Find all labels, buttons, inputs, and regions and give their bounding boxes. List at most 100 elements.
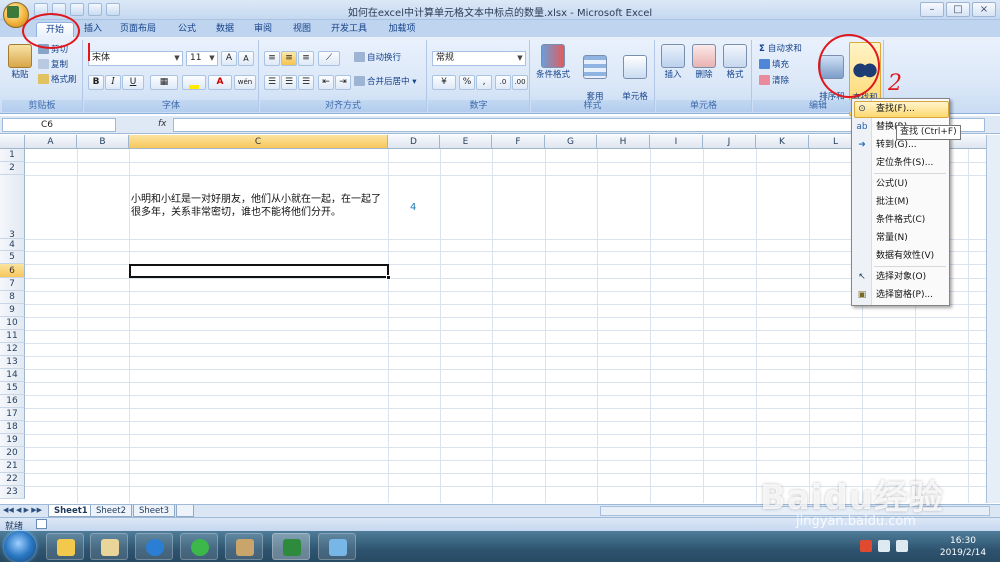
- merge-center-button[interactable]: 合并后居中 ▾: [354, 76, 416, 89]
- orientation-icon[interactable]: ⟋: [318, 51, 340, 66]
- column-header[interactable]: I: [650, 135, 703, 149]
- shrink-font-button[interactable]: A: [238, 51, 254, 66]
- column-header[interactable]: K: [756, 135, 809, 149]
- menu-item-select-objects[interactable]: 选择对象(O): [876, 269, 926, 285]
- column-header[interactable]: D: [388, 135, 440, 149]
- bold-button[interactable]: B: [88, 75, 104, 90]
- row-header[interactable]: 10: [0, 317, 25, 330]
- conditional-format-button[interactable]: 条件格式: [533, 44, 573, 81]
- volume-icon[interactable]: [896, 540, 908, 552]
- start-button[interactable]: [4, 531, 36, 562]
- autosum-button[interactable]: Σ 自动求和: [759, 43, 802, 56]
- copy-button[interactable]: 复制: [38, 59, 68, 72]
- menu-item-comments[interactable]: 批注(M): [876, 194, 909, 210]
- macro-record-icon[interactable]: [36, 519, 47, 529]
- taskbar-app-2[interactable]: [90, 533, 128, 560]
- insert-cells-button[interactable]: 插入: [658, 44, 688, 81]
- vertical-scrollbar[interactable]: [986, 135, 1000, 503]
- underline-button[interactable]: U: [122, 75, 144, 90]
- clock[interactable]: 16:30 2019/2/14: [930, 535, 996, 559]
- grow-font-button[interactable]: A: [221, 51, 237, 66]
- maximize-button[interactable]: □: [946, 2, 970, 17]
- font-name-select[interactable]: 宋体 ▼: [88, 51, 183, 66]
- sheet-tab-sheet1[interactable]: Sheet1: [48, 505, 94, 517]
- taskbar-app-excel[interactable]: [272, 533, 310, 560]
- tab-addins[interactable]: 加载项: [382, 22, 422, 37]
- row-header[interactable]: 22: [0, 473, 25, 486]
- column-header-selected[interactable]: C: [129, 135, 388, 149]
- delete-cells-button[interactable]: 删除: [689, 44, 719, 81]
- minimize-button[interactable]: –: [920, 2, 944, 17]
- row-header[interactable]: 14: [0, 369, 25, 382]
- insert-sheet-icon[interactable]: [176, 505, 194, 517]
- row-header[interactable]: 2: [0, 162, 25, 175]
- taskbar-app-5[interactable]: [225, 533, 263, 560]
- column-header[interactable]: F: [492, 135, 545, 149]
- menu-item-conditional[interactable]: 条件格式(C): [876, 212, 925, 228]
- percent-button[interactable]: %: [459, 75, 475, 90]
- close-button[interactable]: ×: [972, 2, 996, 17]
- row-header-selected[interactable]: 6: [0, 264, 25, 278]
- column-header[interactable]: B: [77, 135, 129, 149]
- comma-button[interactable]: ,: [476, 75, 492, 90]
- menu-item-find[interactable]: 查找(F)...: [876, 101, 915, 117]
- print-icon[interactable]: [88, 3, 102, 16]
- row-header[interactable]: 3: [0, 175, 25, 240]
- row-header[interactable]: 7: [0, 278, 25, 291]
- ime-icon[interactable]: [860, 540, 872, 552]
- cell-d3-value[interactable]: 4: [410, 202, 416, 213]
- sheet-tab-sheet3[interactable]: Sheet3: [133, 505, 175, 517]
- row-header[interactable]: 8: [0, 291, 25, 304]
- row-header[interactable]: 20: [0, 447, 25, 460]
- row-header[interactable]: 21: [0, 460, 25, 473]
- tab-developer[interactable]: 开发工具: [326, 22, 372, 37]
- decrease-indent-icon[interactable]: ⇤: [318, 75, 334, 90]
- taskbar-app-3[interactable]: [135, 533, 173, 560]
- first-sheet-icon[interactable]: ◀◀ ◀ ▶ ▶▶: [3, 506, 42, 514]
- font-color-button[interactable]: A: [208, 75, 232, 90]
- menu-item-constants[interactable]: 常量(N): [876, 230, 908, 246]
- tab-view[interactable]: 视图: [287, 22, 317, 37]
- number-format-select[interactable]: 常规 ▼: [432, 51, 526, 66]
- align-middle-icon[interactable]: ≡: [281, 51, 297, 66]
- row-header[interactable]: 11: [0, 330, 25, 343]
- row-header[interactable]: 12: [0, 343, 25, 356]
- taskbar-app-1[interactable]: [46, 533, 84, 560]
- row-header[interactable]: 19: [0, 434, 25, 447]
- row-header[interactable]: 15: [0, 382, 25, 395]
- align-bottom-icon[interactable]: ≡: [298, 51, 314, 66]
- cell-c3-text[interactable]: 小明和小红是一对好朋友，他们从小就在一起，在一起了很多年，关系非常密切，谁也不能…: [131, 193, 388, 219]
- menu-item-validation[interactable]: 数据有效性(V): [876, 248, 934, 264]
- italic-button[interactable]: I: [105, 75, 121, 90]
- row-header[interactable]: 9: [0, 304, 25, 317]
- tab-page-layout[interactable]: 页面布局: [115, 22, 161, 37]
- tab-data[interactable]: 数据: [210, 22, 240, 37]
- worksheet-grid[interactable]: A B C D E F G H I J K L 1 2 3 4 5 6 7 8 …: [0, 135, 1000, 503]
- fill-color-button[interactable]: [182, 75, 206, 90]
- network-icon[interactable]: [878, 540, 890, 552]
- row-header[interactable]: 23: [0, 486, 25, 499]
- column-header[interactable]: A: [25, 135, 77, 149]
- paste-button[interactable]: 粘贴: [6, 44, 34, 81]
- menu-item-selection-pane[interactable]: 选择窗格(P)...: [876, 287, 933, 303]
- taskbar-app-7[interactable]: [318, 533, 356, 560]
- align-center-icon[interactable]: ☰: [281, 75, 297, 90]
- wrap-text-button[interactable]: 自动换行: [354, 52, 401, 65]
- tab-insert[interactable]: 插入: [78, 22, 108, 37]
- row-header[interactable]: 17: [0, 408, 25, 421]
- format-cells-button[interactable]: 格式: [720, 44, 750, 81]
- name-box[interactable]: C6: [2, 118, 116, 132]
- select-all-corner[interactable]: [0, 135, 25, 149]
- align-right-icon[interactable]: ☰: [298, 75, 314, 90]
- sheet-tab-sheet2[interactable]: Sheet2: [90, 505, 132, 517]
- phonetic-button[interactable]: wén: [234, 75, 256, 90]
- fill-handle[interactable]: [386, 275, 391, 280]
- redo-icon[interactable]: [70, 3, 84, 16]
- row-header[interactable]: 16: [0, 395, 25, 408]
- align-top-icon[interactable]: ≡: [264, 51, 280, 66]
- menu-item-goto-special[interactable]: 定位条件(S)...: [876, 155, 933, 171]
- increase-indent-icon[interactable]: ⇥: [335, 75, 351, 90]
- increase-decimal-icon[interactable]: .0: [495, 75, 511, 90]
- currency-icon[interactable]: ¥: [432, 75, 456, 90]
- column-header[interactable]: J: [703, 135, 756, 149]
